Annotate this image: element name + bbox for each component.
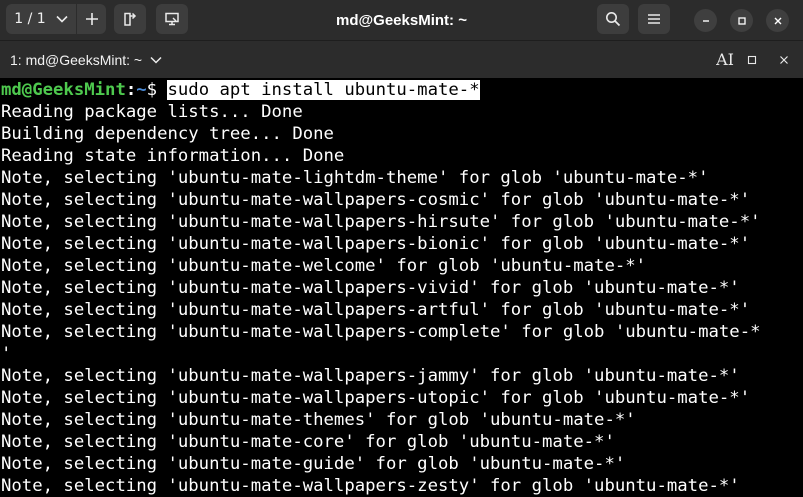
output-line: Building dependency tree... Done [1, 124, 334, 144]
font-button[interactable]: AI [712, 41, 738, 78]
output-line: Reading package lists... Done [1, 102, 303, 122]
prompt-line: md@GeeksMint:~$ sudo apt install ubuntu-… [1, 79, 480, 101]
present-button[interactable] [156, 4, 188, 34]
plus-icon [85, 12, 99, 26]
output-line: Reading state information... Done [1, 146, 345, 166]
tab-switcher-button[interactable]: 1 / 1 [6, 4, 76, 34]
hamburger-menu-icon [647, 13, 661, 25]
prompt-path: ~ [136, 80, 147, 100]
maximize-icon [737, 16, 747, 26]
output-line: Note, selecting 'ubuntu-mate-wallpapers-… [1, 234, 751, 254]
maximize-icon [747, 55, 757, 65]
output-line: ' [1, 344, 12, 364]
new-tab-button[interactable] [76, 4, 106, 34]
prompt-separator: : [125, 80, 137, 100]
command-text: sudo apt install ubuntu-mate-* [167, 80, 480, 100]
search-button[interactable] [597, 4, 629, 34]
close-icon [773, 16, 783, 26]
present-icon [164, 11, 180, 27]
search-icon [605, 11, 621, 27]
output-line: Note, selecting 'ubuntu-mate-wallpapers-… [1, 300, 751, 320]
tab-close-button[interactable] [774, 41, 794, 78]
menu-button[interactable] [638, 4, 670, 34]
terminal-window: 1 / 1 md@GeeksMint: ~ 1: md@GeeksMint: ~… [0, 0, 803, 497]
output-line: Note, selecting 'ubuntu-mate-wallpapers-… [1, 322, 761, 342]
minimize-button[interactable] [694, 9, 717, 32]
detach-tab-icon [122, 11, 138, 27]
output-line: Note, selecting 'ubuntu-mate-core' for g… [1, 432, 615, 452]
chevron-down-icon [56, 15, 68, 23]
title-bar: 1 / 1 md@GeeksMint: ~ [0, 0, 803, 40]
close-icon [779, 55, 789, 65]
close-button[interactable] [766, 9, 789, 32]
output-line: Note, selecting 'ubuntu-mate-guide' for … [1, 454, 626, 474]
output-line: Note, selecting 'ubuntu-mate-wallpapers-… [1, 476, 740, 496]
output-line: Note, selecting 'ubuntu-mate-themes' for… [1, 410, 636, 430]
tab-label: 1: md@GeeksMint: ~ [10, 51, 143, 68]
output-line: Note, selecting 'ubuntu-mate-wallpapers-… [1, 278, 740, 298]
tab-maximize-button[interactable] [742, 41, 762, 78]
output-line: Note, selecting 'ubuntu-mate-wallpapers-… [1, 190, 751, 210]
prompt-user: md@GeeksMint [1, 80, 126, 100]
tab-counter: 1 / 1 [14, 11, 46, 27]
terminal-output[interactable]: md@GeeksMint:~$ sudo apt install ubuntu-… [0, 78, 803, 497]
tab-bar: 1: md@GeeksMint: ~ AI [0, 40, 803, 78]
output-line: Note, selecting 'ubuntu-mate-welcome' fo… [1, 256, 647, 276]
output-line: Note, selecting 'ubuntu-mate-wallpapers-… [1, 212, 761, 232]
output-line: Note, selecting 'ubuntu-mate-wallpapers-… [1, 388, 751, 408]
detach-tab-button[interactable] [114, 4, 146, 34]
minimize-icon [701, 16, 711, 26]
prompt-symbol: $ [146, 80, 168, 100]
output-line: Note, selecting 'ubuntu-mate-wallpapers-… [1, 366, 740, 386]
output-line: Note, selecting 'ubuntu-mate-lightdm-the… [1, 168, 709, 188]
tab-terminal-1[interactable]: 1: md@GeeksMint: ~ [0, 41, 162, 78]
font-cursor-icon: AI [716, 50, 734, 69]
maximize-button[interactable] [730, 9, 753, 32]
chevron-down-icon[interactable] [150, 56, 162, 64]
